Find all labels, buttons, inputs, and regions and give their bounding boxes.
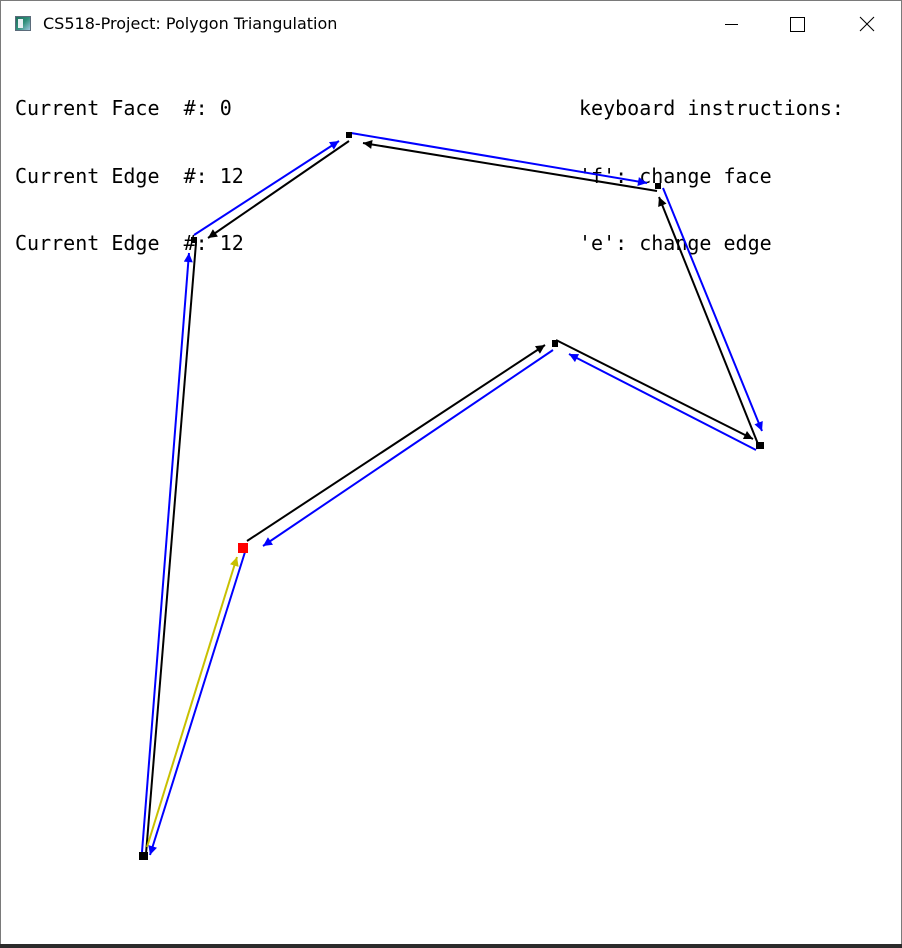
- app-window: CS518-Project: Polygon Triangulation Cur…: [0, 0, 902, 948]
- half-edges-black: [145, 140, 759, 855]
- edge-blue: [262, 349, 554, 547]
- edge-black: [246, 344, 546, 542]
- app-icon[interactable]: [15, 16, 31, 31]
- edge-blue: [148, 551, 246, 856]
- vertex: [346, 132, 352, 138]
- maximize-button[interactable]: [774, 1, 820, 47]
- vertex: [655, 183, 661, 189]
- current-edge: [146, 556, 239, 848]
- half-edges-blue: [141, 132, 763, 856]
- minimize-button[interactable]: [708, 1, 754, 47]
- edge-blue: [141, 252, 193, 853]
- edge-black: [145, 242, 197, 855]
- vertex: [191, 237, 197, 243]
- current-vertex: [238, 543, 248, 553]
- taskbar-edge: [0, 944, 902, 948]
- vertex: [756, 442, 764, 449]
- close-icon: [859, 16, 875, 32]
- title-bar[interactable]: CS518-Project: Polygon Triangulation: [1, 1, 901, 47]
- edge-black: [362, 140, 658, 192]
- vertex: [552, 340, 558, 347]
- edge-blue: [662, 187, 763, 432]
- close-button[interactable]: [844, 1, 890, 47]
- minimize-icon: [725, 24, 738, 25]
- vertex: [139, 852, 148, 860]
- maximize-icon: [790, 17, 805, 32]
- vertices: [139, 132, 764, 860]
- edge-blue: [193, 140, 340, 236]
- edge-black: [207, 140, 350, 239]
- gl-canvas[interactable]: Current Face #: 0 Current Edge #: 12 Cur…: [1, 47, 901, 945]
- window-title: CS518-Project: Polygon Triangulation: [43, 14, 338, 33]
- edge-blue: [350, 132, 648, 186]
- edge-black: [555, 339, 754, 440]
- polygon-scene: [139, 132, 764, 860]
